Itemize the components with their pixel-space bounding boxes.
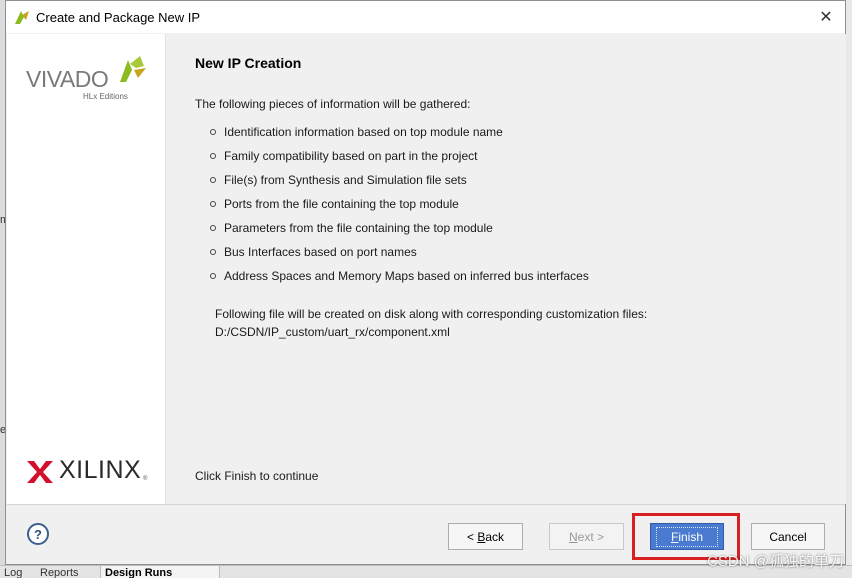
- list-item-label: Family compatibility based on part in th…: [224, 149, 478, 163]
- close-button[interactable]: ✕: [811, 5, 841, 29]
- intro-text: The following pieces of information will…: [195, 97, 471, 111]
- help-button[interactable]: ?: [27, 523, 49, 545]
- bullet-icon: [210, 273, 216, 279]
- list-item: Family compatibility based on part in th…: [210, 149, 589, 173]
- background-tab-design-runs[interactable]: Design Runs: [100, 566, 220, 578]
- xilinx-mark-icon: [27, 461, 53, 483]
- help-icon: ?: [34, 526, 42, 542]
- finish-hint: Click Finish to continue: [195, 469, 319, 483]
- vivado-logo-text: VIVADO: [26, 66, 109, 92]
- footer-divider: [7, 504, 845, 505]
- side-panel: VIVADO HLx Editions XILINX ®: [7, 34, 166, 504]
- back-button[interactable]: < Back: [448, 523, 523, 550]
- wizard-content: New IP Creation The following pieces of …: [166, 34, 846, 504]
- bullet-icon: [210, 201, 216, 207]
- watermark: CSDN @孤独的单刀: [707, 553, 844, 570]
- vivado-edition-text: HLx Editions: [83, 92, 128, 101]
- list-item: Identification information based on top …: [210, 125, 589, 149]
- back-button-prefix: <: [466, 529, 478, 544]
- next-button[interactable]: Next >: [549, 523, 624, 550]
- list-item-label: Address Spaces and Memory Maps based on …: [224, 269, 589, 283]
- list-item-label: Identification information based on top …: [224, 125, 503, 139]
- background-tab-reports[interactable]: Reports: [36, 566, 100, 578]
- close-icon: ✕: [819, 9, 833, 26]
- bullet-icon: [210, 177, 216, 183]
- xilinx-logo: XILINX ®: [27, 454, 157, 486]
- background-tab-log[interactable]: Log: [0, 566, 32, 578]
- background-tab-design-runs-label: Design Runs: [105, 567, 173, 578]
- back-button-mnemonic: B: [477, 529, 486, 544]
- list-item-label: File(s) from Synthesis and Simulation fi…: [224, 173, 467, 187]
- vivado-logo: VIVADO HLx Editions: [26, 54, 151, 106]
- list-item: File(s) from Synthesis and Simulation fi…: [210, 173, 589, 197]
- list-item: Bus Interfaces based on port names: [210, 245, 589, 269]
- xilinx-registered-mark: ®: [143, 476, 148, 482]
- bullet-icon: [210, 225, 216, 231]
- page-title: New IP Creation: [195, 55, 302, 71]
- file-note: Following file will be created on disk a…: [215, 307, 648, 321]
- cancel-button[interactable]: Cancel: [751, 523, 825, 550]
- window-title: Create and Package New IP: [36, 10, 201, 25]
- list-item-label: Ports from the file containing the top m…: [224, 197, 459, 211]
- next-button-mnemonic: N: [568, 529, 578, 544]
- title-bar: Create and Package New IP ✕: [6, 1, 845, 33]
- list-item: Address Spaces and Memory Maps based on …: [210, 269, 589, 293]
- list-item: Parameters from the file containing the …: [210, 221, 589, 245]
- vivado-app-icon: [15, 11, 29, 24]
- component-file-path: D:/CSDN/IP_custom/uart_rx/component.xml: [215, 325, 450, 339]
- list-item: Ports from the file containing the top m…: [210, 197, 589, 221]
- bullet-icon: [210, 249, 216, 255]
- create-package-ip-dialog: Create and Package New IP ✕ VIVADO HLx E…: [5, 0, 846, 565]
- bullet-icon: [210, 153, 216, 159]
- next-button-label: ext >: [577, 529, 605, 544]
- vivado-mark-icon: [120, 56, 146, 82]
- gathered-info-list: Identification information based on top …: [210, 125, 589, 293]
- xilinx-logo-text: XILINX: [59, 456, 142, 484]
- cancel-button-label: Cancel: [769, 529, 807, 544]
- list-item-label: Bus Interfaces based on port names: [224, 245, 417, 259]
- back-button-label: ack: [485, 529, 505, 544]
- list-item-label: Parameters from the file containing the …: [224, 221, 493, 235]
- bullet-icon: [210, 129, 216, 135]
